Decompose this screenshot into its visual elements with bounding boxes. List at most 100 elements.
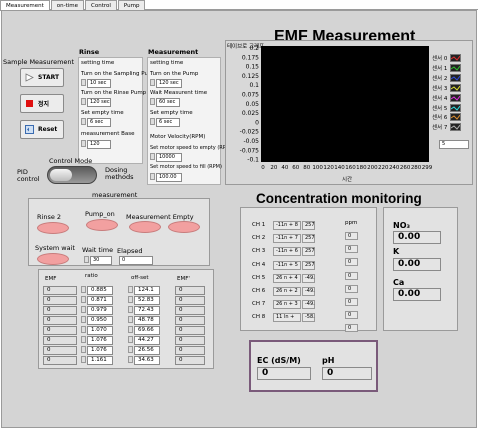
control-mode-toggle[interactable] [47, 166, 97, 184]
offset-cell[interactable]: 124.1 [134, 286, 160, 295]
measurement-empty-time-stepper[interactable] [150, 118, 155, 125]
y-tick-label: 0.075 [242, 92, 259, 99]
rinse-empty-time-field[interactable]: 6 sec [87, 118, 111, 127]
ph-label: pH [322, 356, 335, 365]
x-tick-label: 0 [261, 165, 265, 171]
ratio-cell[interactable]: 0.885 [87, 286, 113, 295]
x-tick-label: 160 [345, 165, 356, 171]
measurement-empty-time-field[interactable]: 6 sec [156, 118, 180, 127]
offset-cell[interactable]: 34.63 [134, 356, 160, 365]
wait-measurement-field[interactable]: 60 sec [156, 98, 180, 107]
legend-item[interactable]: 센서 7 [432, 123, 462, 132]
rinse-pump-stepper[interactable] [81, 98, 86, 105]
emf-prime-cell: 0 [175, 296, 205, 305]
measurement-base-field[interactable]: 120 [87, 140, 111, 149]
start-button[interactable]: START [20, 68, 64, 87]
sampling-pump-field[interactable]: 10 sec [87, 79, 111, 88]
offset-stepper[interactable] [128, 346, 133, 353]
stop-label: 정지 [38, 101, 50, 108]
ratio-cell[interactable]: 0.950 [87, 316, 113, 325]
ratio-stepper[interactable] [81, 326, 86, 333]
ratio-stepper[interactable] [81, 296, 86, 303]
rinse-empty-time-stepper[interactable] [81, 118, 86, 125]
pump-label: Turn on the Pump [150, 71, 199, 77]
offset-stepper[interactable] [128, 306, 133, 313]
ratio-stepper[interactable] [81, 336, 86, 343]
legend-item[interactable]: 센서 6 [432, 113, 462, 122]
channel-label: CH 5 [252, 274, 266, 281]
legend-swatch [450, 83, 462, 92]
offset-stepper[interactable] [128, 296, 133, 303]
legend-item[interactable]: 센서 1 [432, 63, 462, 72]
wait-measurement-stepper[interactable] [150, 98, 155, 105]
ratio-cell[interactable]: 0.871 [87, 296, 113, 305]
x-tick-label: 120 [323, 165, 334, 171]
speed-empty-stepper[interactable] [150, 153, 155, 160]
legend-item[interactable]: 센서 4 [432, 93, 462, 102]
y-tick-label: 0.175 [242, 54, 259, 61]
ratio-stepper[interactable] [81, 286, 86, 293]
sampling-pump-stepper[interactable] [81, 79, 86, 86]
offset-stepper[interactable] [128, 286, 133, 293]
x-tick-label: 299 [422, 165, 433, 171]
offset-cell[interactable]: 26.56 [134, 346, 160, 355]
ec-ph-box: EC (dS/M) 0 pH 0 [249, 340, 378, 392]
legend-label: 센서 1 [432, 65, 448, 72]
ratio-cell[interactable]: 1.161 [87, 356, 113, 365]
ratio-cell[interactable]: 1.070 [87, 326, 113, 335]
pump-stepper[interactable] [150, 79, 155, 86]
offset-cell[interactable]: 72.43 [134, 306, 160, 315]
legend-item[interactable]: 센서 3 [432, 83, 462, 92]
ratio-stepper[interactable] [81, 356, 86, 363]
chart-small-field[interactable]: 5 [439, 140, 469, 149]
speed-fill-stepper[interactable] [150, 173, 155, 180]
stop-button[interactable]: 정지 [20, 94, 64, 113]
pid-control-label: PID control [17, 168, 40, 183]
ratio-cell[interactable]: 0.979 [87, 306, 113, 315]
measurement-base-stepper[interactable] [81, 140, 86, 147]
legend-label: 센서 3 [432, 85, 448, 92]
tab-control[interactable]: Control [85, 0, 117, 10]
reset-icon [25, 125, 34, 134]
wait-time-field[interactable]: 30 [90, 256, 112, 265]
speed-empty-field[interactable]: 10000 [156, 153, 182, 162]
ratio-stepper[interactable] [81, 316, 86, 323]
offset-cell[interactable]: 69.66 [134, 326, 160, 335]
offset-cell[interactable]: 48.78 [134, 316, 160, 325]
offset-cell[interactable]: 44.27 [134, 336, 160, 345]
legend-label: 센서 6 [432, 115, 448, 122]
ratio-stepper[interactable] [81, 346, 86, 353]
offset-stepper[interactable] [128, 316, 133, 323]
tab-on-time[interactable]: on-time [50, 0, 85, 10]
channel-value: 257 [302, 247, 315, 257]
speed-fill-field[interactable]: 100.00 [156, 173, 182, 182]
offset-stepper[interactable] [128, 356, 133, 363]
tab-pump[interactable]: Pump [117, 0, 146, 10]
legend-swatch [450, 113, 462, 122]
ratio-cell[interactable]: 1.076 [87, 346, 113, 355]
ion-box: NO₃ 0.00 K 0.00 Ca 0.00 [383, 207, 458, 331]
y-tick-label: 0.05 [246, 101, 260, 108]
channel-value: 257 [302, 221, 315, 230]
channel-label: CH 2 [252, 235, 266, 242]
wait-time-stepper[interactable] [84, 256, 89, 263]
channel-equation: 26 n + 2 [273, 287, 301, 296]
legend-item[interactable]: 센서 2 [432, 73, 462, 82]
offset-stepper[interactable] [128, 336, 133, 343]
offset-stepper[interactable] [128, 326, 133, 333]
emf-cell: 0 [43, 286, 77, 295]
chart-legend: 센서 0 센서 1 센서 2 센서 3 센서 4 센서 5 센서 6 센서 7 [432, 54, 472, 134]
rinse-pump-field[interactable]: 120 sec [87, 98, 111, 107]
legend-item[interactable]: 센서 5 [432, 103, 462, 112]
reset-button[interactable]: Reset [20, 120, 64, 139]
legend-swatch [450, 63, 462, 72]
ppm-cell: 0 [345, 298, 358, 306]
pump-field[interactable]: 120 sec [156, 79, 182, 88]
ratio-stepper[interactable] [81, 306, 86, 313]
legend-item[interactable]: 센서 0 [432, 54, 462, 62]
ppm-cell: 0 [345, 284, 358, 293]
channel-equation: -11n + 8 [273, 221, 301, 230]
offset-cell[interactable]: 52.83 [134, 296, 160, 305]
channel-value: -49. [302, 273, 315, 283]
ratio-cell[interactable]: 1.076 [87, 336, 113, 345]
